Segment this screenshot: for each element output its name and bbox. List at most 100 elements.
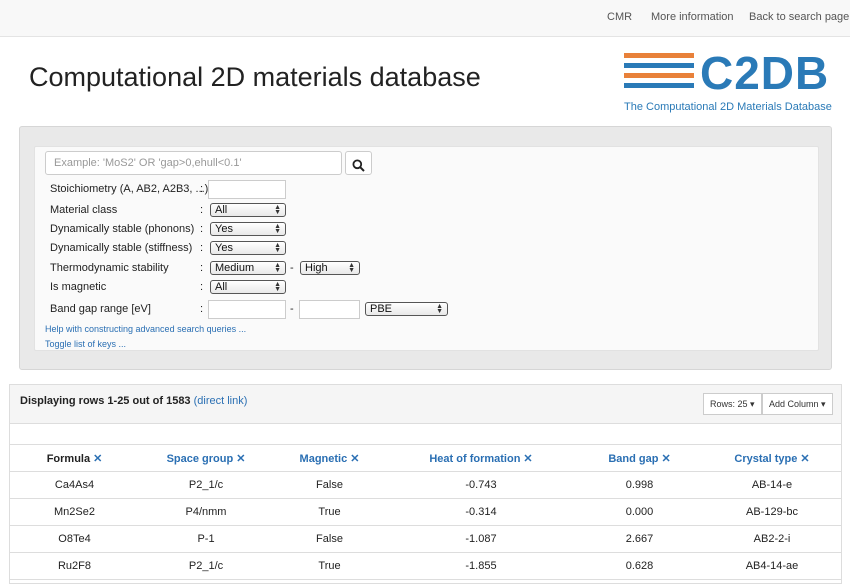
table-row[interactable]: Ca4As4 P2_1/c False -0.743 0.998 AB-14-e xyxy=(10,471,841,499)
cell-crystal-type: AB4-14-ae xyxy=(703,552,841,580)
filter-colon: : xyxy=(200,262,204,274)
remove-column-icon[interactable]: ✕ xyxy=(93,453,102,465)
cell-heat-of-formation: -0.314 xyxy=(386,498,576,526)
remove-column-icon[interactable]: ✕ xyxy=(236,453,245,465)
magnetic-select[interactable]: All ▲ ▼ xyxy=(210,280,286,294)
cell-space-group: P2_1/c xyxy=(139,471,273,499)
page-title: Computational 2D materials database xyxy=(29,62,481,92)
results-header: Displaying rows 1-25 out of 1583 (direct… xyxy=(10,385,841,424)
thermo-from-select[interactable]: Medium ▲ ▼ xyxy=(210,261,286,275)
range-dash: - xyxy=(290,262,294,274)
nav-back-to-search-link[interactable]: Back to search page xyxy=(749,11,849,23)
add-column-button[interactable]: Add Column ▾ xyxy=(762,393,833,415)
search-panel: Stoichiometry (A, AB2, A2B3, ...) : Mate… xyxy=(19,126,832,370)
select-value: All xyxy=(215,204,228,216)
select-arrows-icon: ▲ ▼ xyxy=(274,242,281,254)
table-row[interactable]: Ru2F8 P2_1/c True -1.855 0.628 AB4-14-ae xyxy=(10,552,841,580)
cell-band-gap: 0.998 xyxy=(576,471,703,499)
table-row[interactable]: O8Te4 P-1 False -1.087 2.667 AB2-2-i xyxy=(10,525,841,553)
cell-magnetic: False xyxy=(273,471,386,499)
top-navbar: CMR More information Back to search page xyxy=(0,0,850,37)
logo-wordmark: C2DB xyxy=(700,47,830,99)
filter-colon: : xyxy=(200,242,204,254)
select-value: Yes xyxy=(215,242,233,254)
range-dash: - xyxy=(290,303,294,315)
column-header-formula[interactable]: Formula ✕ xyxy=(10,446,139,472)
select-arrows-icon: ▲ ▼ xyxy=(274,223,281,235)
filter-row-magnetic: Is magnetic : All ▲ ▼ xyxy=(50,279,550,297)
remove-column-icon[interactable]: ✕ xyxy=(350,453,359,465)
filter-label: Dynamically stable (stiffness) xyxy=(50,242,193,254)
results-table: Formula ✕ Space group ✕ Magnetic ✕ Heat of … xyxy=(10,446,841,580)
table-header-row: Formula ✕ Space group ✕ Magnetic ✕ Heat of … xyxy=(10,446,841,472)
column-label: Magnetic xyxy=(299,452,348,465)
select-value: Medium xyxy=(215,262,255,274)
cell-formula: Ca4As4 xyxy=(10,471,139,499)
cell-band-gap: 0.000 xyxy=(576,498,703,526)
search-button[interactable] xyxy=(345,151,372,175)
select-arrows-icon: ▲ ▼ xyxy=(274,204,281,216)
band-gap-method-select[interactable]: PBE ▲ ▼ xyxy=(365,302,448,316)
stoichiometry-input[interactable] xyxy=(208,180,286,199)
column-header-band-gap[interactable]: Band gap ✕ xyxy=(576,446,703,472)
cell-crystal-type: AB-14-e xyxy=(703,471,841,499)
select-value: Yes xyxy=(215,223,233,235)
cell-heat-of-formation: -1.087 xyxy=(386,525,576,553)
cell-formula: Ru2F8 xyxy=(10,552,139,580)
rows-per-page-button[interactable]: Rows: 25 ▾ xyxy=(703,393,762,415)
remove-column-icon[interactable]: ✕ xyxy=(661,453,670,465)
filter-row-stoichiometry: Stoichiometry (A, AB2, A2B3, ...) : xyxy=(50,180,550,199)
remove-column-icon[interactable]: ✕ xyxy=(800,453,809,465)
cell-space-group: P4/nmm xyxy=(139,498,273,526)
filter-label: Thermodynamic stability xyxy=(50,262,169,274)
cell-heat-of-formation: -0.743 xyxy=(386,471,576,499)
select-arrows-icon: ▲ ▼ xyxy=(274,262,281,274)
column-label: Crystal type xyxy=(734,452,798,465)
advanced-search-help-link[interactable]: Help with constructing advanced search q… xyxy=(45,324,246,334)
filter-colon: : xyxy=(200,303,204,315)
toggle-keys-link[interactable]: Toggle list of keys ... xyxy=(45,339,126,349)
column-header-crystal-type[interactable]: Crystal type ✕ xyxy=(703,446,841,472)
column-label: Formula xyxy=(46,452,91,465)
cell-space-group: P2_1/c xyxy=(139,552,273,580)
filter-colon: : xyxy=(200,281,204,293)
search-input[interactable] xyxy=(45,151,342,175)
column-header-space-group[interactable]: Space group ✕ xyxy=(139,446,273,472)
nav-more-information-link[interactable]: More information xyxy=(651,11,734,23)
select-value: High xyxy=(305,262,328,274)
logo-subtitle: The Computational 2D Materials Database xyxy=(624,101,832,113)
material-class-select[interactable]: All ▲ ▼ xyxy=(210,203,286,217)
cell-magnetic: False xyxy=(273,525,386,553)
cell-band-gap: 2.667 xyxy=(576,525,703,553)
filter-label: Band gap range [eV] xyxy=(50,303,151,315)
cell-crystal-type: AB-129-bc xyxy=(703,498,841,526)
results-spacer xyxy=(10,424,841,445)
thermo-to-select[interactable]: High ▲ ▼ xyxy=(300,261,360,275)
cell-formula: O8Te4 xyxy=(10,525,139,553)
filter-row-material-class: Material class : All ▲ ▼ xyxy=(50,202,550,220)
dynamic-phonons-select[interactable]: Yes ▲ ▼ xyxy=(210,222,286,236)
logo-stripe xyxy=(624,53,694,58)
select-value: PBE xyxy=(370,303,393,315)
remove-column-icon[interactable]: ✕ xyxy=(523,453,532,465)
band-gap-min-input[interactable] xyxy=(208,300,286,319)
search-icon xyxy=(352,159,365,172)
filter-label: Material class xyxy=(50,204,118,216)
band-gap-max-input[interactable] xyxy=(299,300,360,319)
select-arrows-icon: ▲ ▼ xyxy=(436,303,443,315)
nav-cmr-link[interactable]: CMR xyxy=(607,11,632,23)
filter-label: Stoichiometry (A, AB2, A2B3, ...) xyxy=(50,183,209,195)
column-header-heat-of-formation[interactable]: Heat of formation ✕ xyxy=(386,446,576,472)
results-summary: Displaying rows 1-25 out of 1583 (direct… xyxy=(20,395,247,407)
cell-crystal-type: AB2-2-i xyxy=(703,525,841,553)
dynamic-stiffness-select[interactable]: Yes ▲ ▼ xyxy=(210,241,286,255)
direct-link[interactable]: (direct link) xyxy=(194,395,248,407)
filter-colon: : xyxy=(200,183,204,195)
filter-label: Dynamically stable (phonons) xyxy=(50,223,195,235)
column-header-magnetic[interactable]: Magnetic ✕ xyxy=(273,446,386,472)
column-label: Space group xyxy=(166,452,234,465)
filter-row-dynamic-stiffness: Dynamically stable (stiffness) : Yes ▲ ▼ xyxy=(50,240,550,258)
filter-colon: : xyxy=(200,204,204,216)
table-row[interactable]: Mn2Se2 P4/nmm True -0.314 0.000 AB-129-b… xyxy=(10,498,841,526)
logo-stripe xyxy=(624,83,694,88)
